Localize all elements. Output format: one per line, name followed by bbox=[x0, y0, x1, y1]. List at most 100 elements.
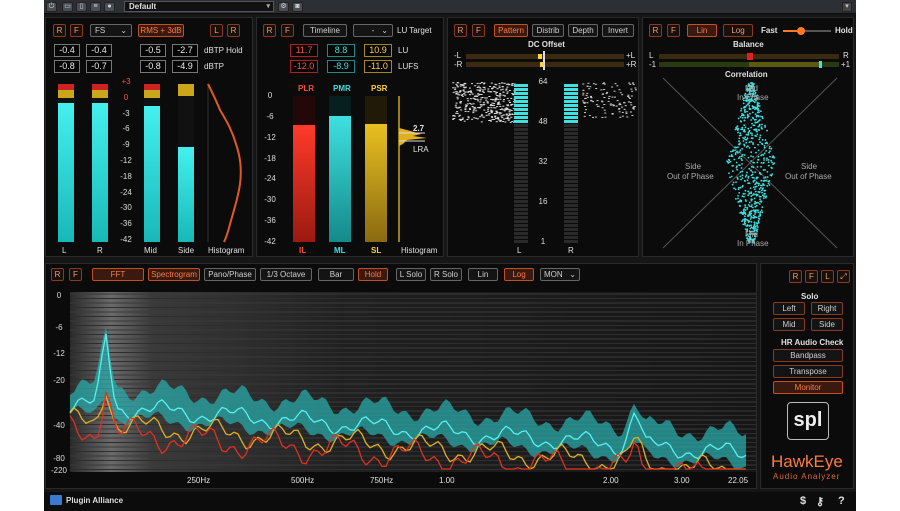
power-icon[interactable]: ⏻ bbox=[46, 2, 57, 12]
bit-cell bbox=[514, 156, 528, 159]
level-meter-panel: R F FS ⌄ RMS + 3dB L R -0.4 -0.4 -0.5 -2… bbox=[45, 17, 253, 257]
bit-cell bbox=[564, 84, 578, 87]
dollar-icon[interactable]: $ bbox=[800, 495, 806, 507]
vectorscope-dot bbox=[763, 195, 766, 198]
vectorscope-dot bbox=[748, 205, 751, 208]
vectorscope-dot bbox=[736, 165, 738, 168]
solo-mid-button[interactable]: Mid bbox=[773, 318, 805, 331]
bit-dot bbox=[467, 111, 470, 113]
preset-gear-icon[interactable]: ⚙ bbox=[278, 2, 289, 12]
bit-dot bbox=[629, 97, 631, 99]
vectorscope-dot bbox=[757, 211, 760, 214]
vectorscope-dot bbox=[744, 206, 747, 209]
solo-left-button[interactable]: Left bbox=[773, 302, 805, 315]
vectorscope-dot bbox=[738, 164, 740, 166]
compare-icon[interactable]: ▭ bbox=[62, 2, 73, 12]
bit-dot bbox=[469, 109, 472, 110]
bit-cell bbox=[564, 224, 578, 227]
bit-cell bbox=[514, 124, 528, 127]
bit-dot bbox=[618, 104, 621, 106]
bit-dot bbox=[630, 104, 633, 106]
key-icon[interactable]: ⚷ bbox=[816, 495, 824, 508]
vectorscope-dot bbox=[769, 150, 771, 153]
loudness-panel: R F Timeline - ⌄ LU Target 11.7 8.8 10.9… bbox=[256, 17, 444, 257]
solo-right-button[interactable]: Right bbox=[811, 302, 843, 315]
vectorscope-dot bbox=[754, 113, 757, 115]
side-f-button[interactable]: F bbox=[805, 270, 818, 283]
bit-dot bbox=[483, 91, 485, 93]
plugin-alliance-brand[interactable]: Plugin Alliance bbox=[66, 496, 123, 505]
bit-dot bbox=[476, 95, 479, 97]
vectorscope-dot bbox=[738, 151, 741, 153]
bit-dot bbox=[493, 104, 495, 106]
bit-cell bbox=[564, 228, 578, 231]
link-icon[interactable]: ⤢ bbox=[837, 270, 850, 283]
vectorscope-dot bbox=[766, 129, 768, 132]
bit-dot bbox=[611, 113, 614, 114]
vectorscope-dot bbox=[752, 225, 755, 228]
bit-dot bbox=[467, 91, 470, 93]
spectrum-y-tick: -20 bbox=[53, 376, 65, 385]
bit-cell bbox=[514, 120, 528, 123]
bit-dot bbox=[484, 97, 487, 99]
vectorscope-dot bbox=[736, 168, 739, 171]
vectorscope-dot bbox=[758, 102, 760, 105]
vectorscope-dot bbox=[750, 224, 752, 227]
bit-dot bbox=[618, 111, 621, 113]
solo-side-button[interactable]: Side bbox=[811, 318, 843, 331]
dc-offset-panel: R F Pattern Distrib Depth Invert DC Offs… bbox=[447, 17, 639, 257]
vectorscope-dot bbox=[751, 198, 753, 201]
transpose-button[interactable]: Transpose bbox=[773, 365, 843, 378]
bit-dot bbox=[586, 92, 589, 94]
bandpass-button[interactable]: Bandpass bbox=[773, 349, 843, 362]
vectorscope-dot bbox=[762, 183, 764, 185]
label-side: Side bbox=[178, 246, 195, 255]
bit-dot bbox=[633, 108, 635, 110]
side-r-button[interactable]: R bbox=[789, 270, 802, 283]
bit-cell bbox=[564, 212, 578, 215]
collapse-icon[interactable]: ▾ bbox=[842, 2, 852, 12]
bit-dot bbox=[480, 82, 483, 83]
vectorscope-dot bbox=[764, 169, 766, 171]
bit-dot bbox=[479, 82, 482, 84]
bypass-icon[interactable]: ▯ bbox=[76, 2, 87, 12]
bit-dot bbox=[476, 118, 479, 120]
bit-dot bbox=[474, 85, 477, 87]
bit-dot bbox=[601, 93, 604, 95]
record-icon[interactable]: ● bbox=[104, 2, 115, 12]
bit-dot bbox=[464, 104, 467, 106]
bit-dot bbox=[462, 89, 465, 91]
bit-dot bbox=[585, 94, 588, 96]
vectorscope-dot bbox=[744, 222, 746, 225]
camera-icon[interactable]: ◙ bbox=[292, 2, 303, 12]
vectorscope-dot bbox=[748, 129, 751, 132]
vectorscope-dot bbox=[773, 157, 776, 159]
bit-dot bbox=[456, 92, 459, 94]
vectorscope-dot bbox=[760, 162, 763, 164]
bit-cell bbox=[564, 120, 578, 123]
vectorscope-dot bbox=[755, 115, 758, 118]
bit-dot bbox=[508, 100, 511, 102]
preset-select[interactable]: Default ▾ bbox=[124, 1, 274, 12]
bit-dot bbox=[606, 91, 609, 93]
bit-dot bbox=[454, 91, 457, 93]
bit-dot bbox=[635, 89, 637, 91]
bit-dot bbox=[608, 97, 610, 99]
bit-dot bbox=[608, 95, 611, 97]
bit-dot bbox=[505, 83, 508, 85]
monitor-button[interactable]: Monitor bbox=[773, 381, 843, 394]
help-icon[interactable]: ? bbox=[838, 495, 845, 507]
vectorscope-dot bbox=[731, 164, 734, 167]
vectorscope-dot bbox=[772, 155, 774, 158]
host-toolbar: ⏻ ▭ ▯ ≡ ● Default ▾ ⚙ ◙ ▾ bbox=[44, 0, 856, 14]
bit-dot bbox=[498, 83, 501, 84]
settings-icon[interactable]: ≡ bbox=[90, 2, 101, 12]
side-l-button[interactable]: L bbox=[821, 270, 834, 283]
bit-dot bbox=[510, 110, 513, 111]
bit-dot bbox=[582, 92, 585, 94]
bit-dot bbox=[494, 83, 497, 85]
vectorscope-dot bbox=[750, 160, 752, 162]
vectorscope-dot bbox=[757, 107, 760, 110]
bit-dot bbox=[616, 100, 619, 102]
vectorscope-dot bbox=[734, 128, 737, 131]
